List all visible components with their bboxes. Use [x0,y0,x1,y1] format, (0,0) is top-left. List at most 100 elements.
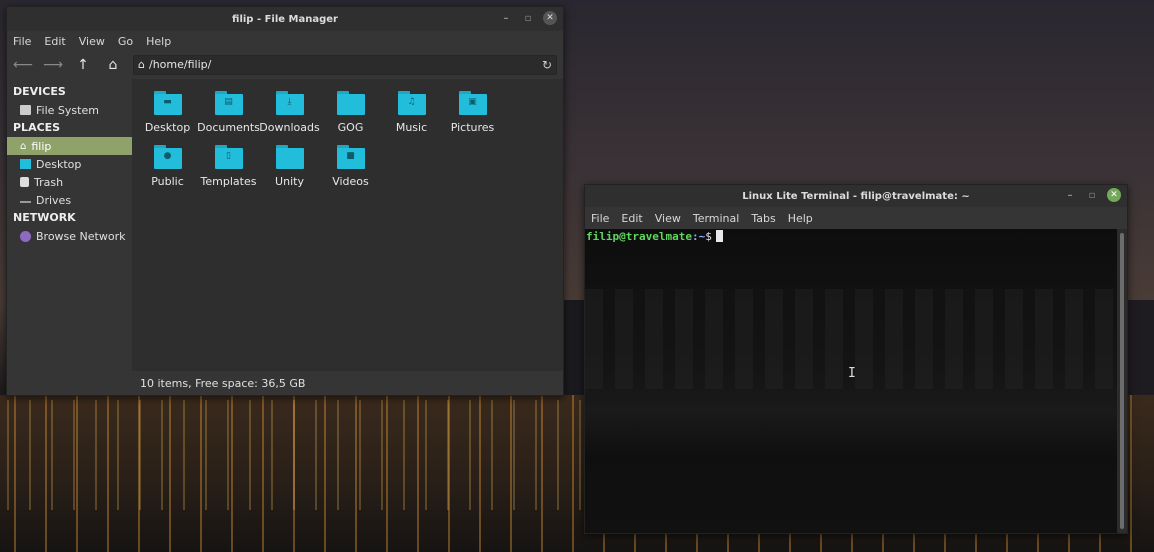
folder-item-unity[interactable]: Unity [259,143,320,197]
terminal-prompt: filip@travelmate:~$ [586,230,1116,243]
sidebar-item-filip[interactable]: ⌂ filip [7,137,132,155]
folder-label: Videos [332,175,369,188]
ibeam-cursor-icon: I [848,366,856,381]
minimize-icon[interactable]: – [499,11,513,25]
up-arrow-icon[interactable]: ↑ [73,55,93,75]
folder-item-pictures[interactable]: ▣ Pictures [442,89,503,143]
sidebar: DEVICES File System PLACES ⌂ filip Deskt… [7,79,132,395]
menu-edit[interactable]: Edit [44,35,65,48]
close-icon[interactable]: ✕ [1107,188,1121,202]
folder-label: GOG [337,121,364,134]
window-title: filip - File Manager [232,13,338,25]
sidebar-item-label: Desktop [36,157,82,171]
maximize-icon[interactable]: ▫ [521,11,535,25]
terminal-window: Linux Lite Terminal - filip@travelmate: … [584,184,1128,534]
folder-label: Public [151,175,184,188]
folder-item-downloads[interactable]: ⤓ Downloads [259,89,320,143]
folder-icon: ▤ [214,91,243,115]
menu-tabs[interactable]: Tabs [751,212,775,225]
folder-item-public[interactable]: ● Public [137,143,198,197]
sidebar-item-trash[interactable]: Trash [7,173,132,191]
network-icon [20,230,31,242]
menu-file[interactable]: File [13,35,31,48]
home-icon: ⌂ [20,140,27,152]
scrollbar-thumb[interactable] [1120,233,1124,529]
folder-icon: ● [153,145,182,169]
window-title: Linux Lite Terminal - filip@travelmate: … [742,190,970,202]
file-manager-toolbar: ⟵ ⟶ ↑ ⌂ ⌂ /home/filip/ ↻ [7,51,563,78]
text-cursor [715,230,723,242]
folder-icon: ⤓ [275,91,304,115]
folder-label: Downloads [259,121,320,134]
menu-help[interactable]: Help [146,35,171,48]
desktop-icon [20,159,31,169]
sidebar-header-devices: DEVICES [13,85,66,98]
sidebar-item-label: filip [31,139,52,153]
folder-item-videos[interactable]: ■ Videos [320,143,381,197]
folder-item-documents[interactable]: ▤ Documents [197,89,260,143]
maximize-icon[interactable]: ▫ [1085,188,1099,202]
menu-file[interactable]: File [591,212,609,225]
terminal-menubar: File Edit View Terminal Tabs Help [585,207,1127,229]
location-path: /home/filip/ [148,58,212,71]
sidebar-header-network: NETWORK [13,211,76,224]
prompt-path: :~ [691,230,706,243]
location-bar[interactable]: ⌂ /home/filip/ ↻ [133,54,557,75]
file-manager-window: filip - File Manager – ▫ ✕ File Edit Vie… [6,6,564,396]
folder-item-music[interactable]: ♫ Music [381,89,442,143]
close-icon[interactable]: ✕ [543,11,557,25]
folder-label: Music [395,121,428,134]
folder-label: Pictures [450,121,495,134]
folder-icon: ▣ [458,91,487,115]
back-arrow-icon[interactable]: ⟵ [13,55,33,75]
folder-item-desktop[interactable]: ▬ Desktop [137,89,198,143]
folder-item-gog[interactable]: GOG [320,89,381,143]
folder-icon: ♫ [397,91,426,115]
file-manager-titlebar[interactable]: filip - File Manager – ▫ ✕ [7,7,563,31]
folder-icon: ■ [336,145,365,169]
folder-label: Unity [275,175,304,188]
reload-icon[interactable]: ↻ [542,58,552,72]
file-manager-menubar: File Edit View Go Help [7,31,563,51]
minimize-icon[interactable]: – [1063,188,1077,202]
sidebar-item-drives[interactable]: Drives [7,191,132,209]
sidebar-item-label: File System [36,103,99,117]
sidebar-item-browse-network[interactable]: Browse Network [7,227,132,245]
file-grid: ▬ Desktop ▤ Documents ⤓ Downloads GOG ♫ [132,79,563,197]
prompt-user: filip@travelmate [586,230,692,243]
sidebar-item-label: Trash [34,175,64,189]
folder-icon: ▯ [214,145,243,169]
folder-icon [336,91,365,115]
drive-icon [20,105,31,115]
menu-terminal[interactable]: Terminal [693,212,740,225]
trash-icon [20,177,29,187]
menu-view[interactable]: View [79,35,105,48]
status-text: 10 items, Free space: 36,5 GB [140,376,306,390]
folder-label: Desktop [144,121,191,134]
terminal-screen[interactable]: filip@travelmate:~$ I [585,229,1117,533]
menu-help[interactable]: Help [788,212,813,225]
folder-icon: ▬ [153,91,182,115]
terminal-titlebar[interactable]: Linux Lite Terminal - filip@travelmate: … [585,185,1127,207]
prompt-sign: $ [705,230,712,243]
menu-go[interactable]: Go [118,35,133,48]
sidebar-header-places: PLACES [13,121,61,134]
menu-view[interactable]: View [655,212,681,225]
folder-icon [275,145,304,169]
drives-icon [20,197,31,203]
menu-edit[interactable]: Edit [621,212,642,225]
file-view[interactable]: ▬ Desktop ▤ Documents ⤓ Downloads GOG ♫ [132,79,563,395]
folder-label: Templates [200,175,257,188]
folder-item-templates[interactable]: ▯ Templates [198,143,259,197]
wallpaper-city-lights [0,400,585,510]
home-button-icon[interactable]: ⌂ [103,55,123,75]
status-bar: 10 items, Free space: 36,5 GB [132,371,563,395]
folder-label: Documents [197,121,260,134]
sidebar-item-desktop[interactable]: Desktop [7,155,132,173]
home-small-icon: ⌂ [138,58,145,71]
terminal-scrollbar[interactable] [1117,229,1127,533]
sidebar-item-label: Drives [36,193,72,207]
forward-arrow-icon[interactable]: ⟶ [43,55,63,75]
sidebar-item-label: Browse Network [36,229,126,243]
sidebar-item-file-system[interactable]: File System [7,101,132,119]
